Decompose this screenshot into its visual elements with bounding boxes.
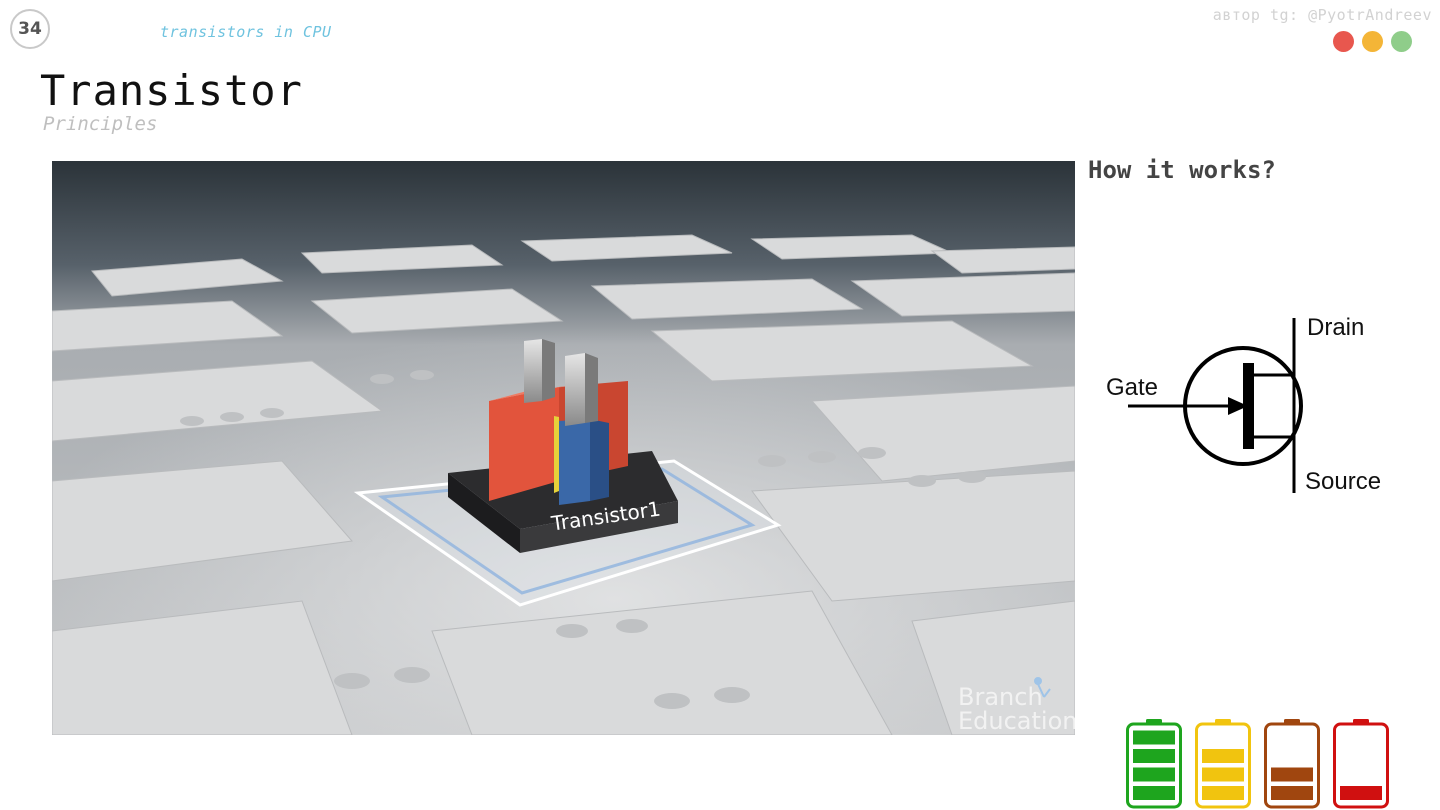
battery-bar (1202, 767, 1244, 782)
battery-icon (1264, 719, 1320, 809)
window-dots (1333, 31, 1412, 52)
page-subtitle: Principles (43, 113, 158, 135)
panel-heading: How it works? (1088, 156, 1276, 184)
page-title: Transistor (40, 66, 303, 115)
battery-bar (1133, 786, 1175, 800)
battery-icon (1126, 719, 1182, 809)
mosfet-symbol-diagram: Drain Gate Source (1106, 314, 1381, 495)
battery-bar (1133, 767, 1175, 782)
battery-bar (1133, 749, 1175, 763)
battery-icon (1195, 719, 1251, 809)
watermark-line2: Education (958, 707, 1075, 735)
author-credit: автор tg: @PyotrAndreev (1212, 6, 1432, 24)
battery-bar (1202, 749, 1244, 763)
source-label: Source (1305, 468, 1381, 495)
battery-icon (1333, 719, 1389, 809)
yellow-dot (1362, 31, 1383, 52)
red-dot (1333, 31, 1354, 52)
slide-topic: transistors in CPU (160, 23, 332, 41)
battery-bar (1271, 767, 1313, 782)
slide-number-badge: 34 (10, 9, 50, 49)
battery-bar (1133, 730, 1175, 745)
battery-bar (1340, 786, 1382, 800)
battery-bar (1202, 786, 1244, 800)
channel-bar (1243, 363, 1254, 449)
battery-bar (1271, 786, 1313, 800)
drain-label: Drain (1307, 314, 1364, 341)
green-dot (1391, 31, 1412, 52)
battery-levels (1126, 719, 1389, 809)
gate-label: Gate (1106, 374, 1158, 401)
transistor-render-image: Transistor1 Branch Education (52, 161, 1075, 735)
